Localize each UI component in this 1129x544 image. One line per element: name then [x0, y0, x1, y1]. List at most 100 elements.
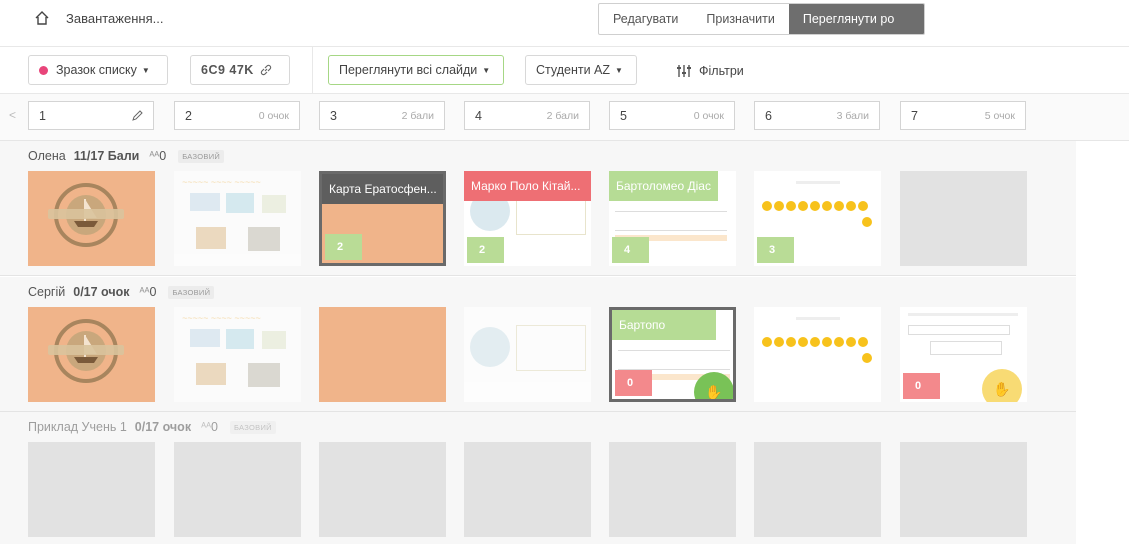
student-name[interactable]: Сергій [28, 285, 65, 299]
slide-thumbnail[interactable] [319, 307, 446, 402]
home-icon[interactable] [34, 10, 50, 26]
slide-number: 7 [911, 108, 918, 123]
score-tile: 3 [757, 237, 794, 263]
group-icon: ᴬᴬ [139, 286, 150, 298]
student-header: Олена 11/17 Бали ᴬᴬ 0 БАЗОВИЙ [28, 149, 225, 163]
class-code-button[interactable]: 6C9 47K [190, 55, 290, 85]
slide-number: 1 [39, 108, 46, 123]
student-score: 0/17 очок [134, 420, 192, 434]
tab-review[interactable]: Переглянути ро [788, 4, 924, 34]
slide-number: 4 [475, 108, 482, 123]
slide-number: 6 [765, 108, 772, 123]
slide-number: 2 [185, 108, 192, 123]
slide-thumbnail[interactable] [464, 307, 591, 402]
slide-tab-2[interactable]: 2 0 очок [174, 101, 300, 130]
slide-thumbnail[interactable] [464, 442, 591, 537]
caret-down-icon: ▼ [482, 65, 491, 75]
student-name[interactable]: Олена [28, 149, 66, 163]
group-count: 0 [149, 285, 157, 299]
top-bar: Завантаження... Редагувати Призначити Пе… [0, 0, 1129, 46]
sort-select[interactable]: Студенти AZ ▼ [525, 55, 637, 85]
slide-tab-1[interactable]: 1 [28, 101, 154, 130]
level-badge: БАЗОВИЙ [168, 285, 215, 299]
slide-tab-6[interactable]: 6 3 бали [754, 101, 880, 130]
slide-thumbnail[interactable] [28, 171, 155, 266]
student-row: Олена 11/17 Бали ᴬᴬ 0 БАЗОВИЙ ~~~~~ ~~~~… [0, 141, 1076, 276]
slide-image [28, 171, 155, 266]
slide-thumbnail[interactable] [900, 442, 1027, 537]
mode-tabs: Редагувати Призначити Переглянути ро [598, 3, 925, 35]
slide-points: 2 бали [546, 109, 579, 122]
slide-thumbnail[interactable] [28, 307, 155, 402]
caret-down-icon: ▼ [615, 65, 623, 75]
divider [312, 47, 313, 93]
slide-thumbnail[interactable]: Карта Ератосфен... 2 [319, 171, 446, 266]
score-tile: 2 [467, 237, 504, 263]
student-header: Сергій 0/17 очок ᴬᴬ 0 БАЗОВИЙ [28, 285, 215, 299]
filters-button[interactable]: Фільтри [676, 64, 744, 78]
slide-number: 5 [620, 108, 627, 123]
slide-thumbnail[interactable] [609, 442, 736, 537]
group-icon: ᴬᴬ [149, 150, 160, 162]
class-code: 6C9 47K [201, 63, 254, 77]
slide-title: Бартоломео Діас [609, 171, 719, 201]
slide-thumbnail[interactable] [754, 442, 881, 537]
student-header: Приклад Учень 1 0/17 очок ᴬᴬ 0 БАЗОВИЙ [28, 420, 276, 434]
score-tile: 0 [615, 370, 652, 396]
slide-points: 0 очок [258, 109, 289, 122]
link-icon [260, 64, 271, 76]
slide-points: 5 очок [984, 109, 1015, 122]
student-row: Сергій 0/17 очок ᴬᴬ 0 БАЗОВИЙ ~~~~~ ~~~~… [0, 277, 1076, 412]
student-row: Приклад Учень 1 0/17 очок ᴬᴬ 0 БАЗОВИЙ [0, 412, 1076, 544]
slide-thumbnail[interactable]: ~~~~~ ~~~~ ~~~~~ [174, 307, 301, 402]
sort-label: Студенти AZ [536, 63, 611, 77]
student-score: 11/17 Бали [73, 149, 140, 163]
group-icon: ᴬᴬ [201, 421, 212, 433]
raised-hand-icon[interactable]: ✋ [982, 369, 1022, 402]
slide-thumbnail[interactable] [754, 307, 881, 402]
pencil-icon[interactable] [131, 109, 143, 122]
slide-title: Бартопо [612, 310, 717, 340]
score-tile: 0 [903, 373, 940, 399]
slide-tab-7[interactable]: 7 5 очок [900, 101, 1026, 130]
student-score: 0/17 очок [73, 285, 130, 299]
slide-thumbnail[interactable] [174, 442, 301, 537]
slide-thumbnail[interactable]: Бартопо 0 ✋ [609, 307, 736, 402]
group-count: 0 [211, 420, 218, 434]
slide-tab-3[interactable]: 3 2 бали [319, 101, 445, 130]
slide-tab-5[interactable]: 5 0 очок [609, 101, 735, 130]
view-all-label: Переглянути всі слайди [339, 63, 478, 77]
slide-thumbnail[interactable] [28, 442, 155, 537]
slide-title: Карта Ератосфен... [322, 174, 443, 204]
slide-points: 3 бали [836, 109, 869, 122]
class-label: Зразок списку [56, 63, 137, 77]
slide-points: 0 очок [693, 109, 724, 122]
student-name[interactable]: Приклад Учень 1 [28, 420, 127, 434]
slide-thumbnail[interactable]: 3 [754, 171, 881, 266]
slide-thumbnail[interactable] [900, 171, 1027, 266]
chevron-left-icon[interactable]: < [9, 108, 16, 122]
slides-row: < 1 2 0 очок 3 2 бали 4 2 бали 5 0 очок … [0, 94, 1129, 140]
filter-icon [677, 65, 691, 77]
slide-thumbnail[interactable]: Бартоломео Діас 4 [609, 171, 736, 266]
slide-thumbnail[interactable]: Марко Поло Кітай... 2 [464, 171, 591, 266]
group-count: 0 [159, 149, 167, 163]
score-tile: 4 [612, 237, 649, 263]
class-select[interactable]: Зразок списку ▼ [28, 55, 168, 85]
slide-title: Марко Поло Кітай... [464, 171, 591, 201]
class-color-dot [39, 65, 48, 75]
score-tile: 2 [325, 234, 362, 260]
level-badge: БАЗОВИЙ [178, 149, 225, 163]
slide-image [28, 307, 155, 402]
slide-thumbnail[interactable] [319, 442, 446, 537]
slide-thumbnail[interactable]: 0 ✋ [900, 307, 1027, 402]
slide-number: 3 [330, 108, 337, 123]
view-all-slides-button[interactable]: Переглянути всі слайди ▼ [328, 55, 504, 85]
filters-label: Фільтри [699, 64, 744, 78]
slide-thumbnail[interactable]: ~~~~~ ~~~~ ~~~~~ [174, 171, 301, 266]
slide-tab-4[interactable]: 4 2 бали [464, 101, 590, 130]
tab-assign[interactable]: Призначити [692, 4, 788, 34]
tab-edit[interactable]: Редагувати [599, 4, 692, 34]
toolbar: Зразок списку ▼ 6C9 47K Переглянути всі … [0, 47, 1129, 93]
level-badge: БАЗОВИЙ [230, 420, 276, 434]
